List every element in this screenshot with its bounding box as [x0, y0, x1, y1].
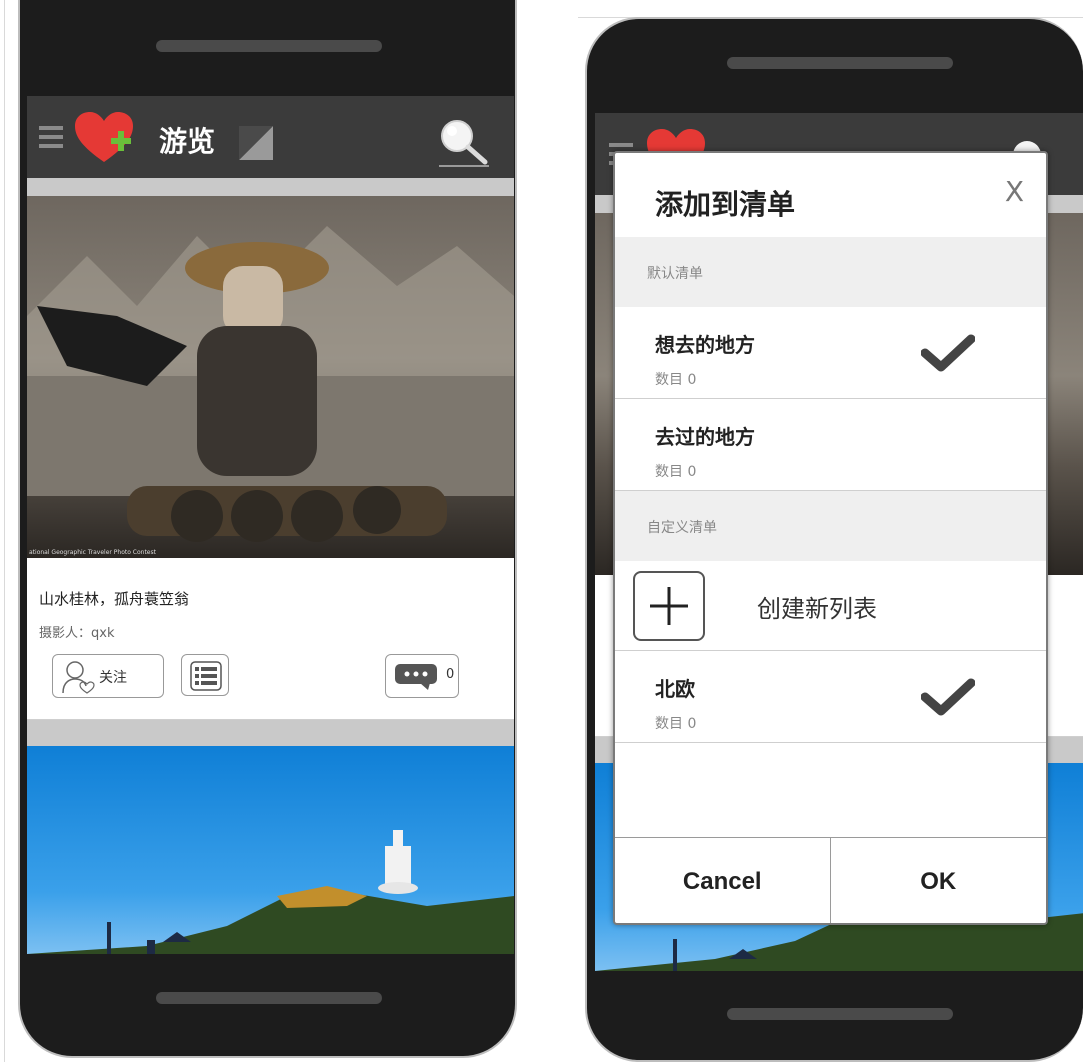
- search-icon[interactable]: [437, 116, 491, 168]
- home-indicator-2: [727, 1008, 953, 1020]
- heart-plus-logo-icon: [75, 112, 133, 162]
- list-count: 数目 0: [655, 372, 697, 388]
- comment-count: 0: [446, 667, 455, 682]
- post-author: 摄影人：qxk: [39, 626, 115, 641]
- spacer-band: [27, 178, 514, 196]
- list-icon: [190, 661, 222, 691]
- fisherman-illustration: [27, 226, 514, 542]
- list-name: 北欧: [655, 677, 695, 701]
- left-screen: 游览 ational Geographic Traveler Photo Con…: [27, 96, 514, 954]
- add-to-list-button[interactable]: [181, 654, 229, 696]
- beihai-photo[interactable]: [27, 746, 514, 954]
- checkmark-icon: [921, 678, 975, 716]
- list-item-been-there[interactable]: 去过的地方 数目 0: [615, 399, 1046, 491]
- corner-triangle-icon: [239, 126, 273, 160]
- dialog-footer: Cancel OK: [615, 837, 1047, 923]
- user-heart-icon: [62, 661, 95, 694]
- custom-lists-header: 自定义清单: [615, 491, 1046, 561]
- close-icon[interactable]: X: [1005, 175, 1024, 208]
- app-header: 游览: [27, 96, 514, 178]
- default-lists-label: 默认清单: [647, 266, 703, 282]
- add-to-list-dialog: 添加到清单 X 默认清单 想去的地方 数目 0 去过的地方 数目 0 自定义清单…: [613, 151, 1048, 925]
- plus-glyph: [650, 587, 688, 625]
- cancel-button[interactable]: Cancel: [615, 838, 831, 923]
- dialog-title: 添加到清单: [655, 188, 796, 221]
- list-item-want-to-go[interactable]: 想去的地方 数目 0: [615, 307, 1046, 399]
- fisherman-photo[interactable]: ational Geographic Traveler Photo Contes…: [27, 196, 514, 558]
- follow-button[interactable]: 关注: [52, 654, 164, 698]
- canvas-guide-left: [4, 0, 5, 1062]
- left-phone-frame: 游览 ational Geographic Traveler Photo Con…: [18, 0, 517, 1058]
- app-title: 游览: [159, 125, 216, 158]
- list-name: 去过的地方: [655, 425, 755, 449]
- speaker-slot-2: [727, 57, 953, 69]
- create-new-list-button[interactable]: 创建新列表: [615, 561, 1046, 651]
- post-card-info: 山水桂林，孤舟蓑笠翁 摄影人：qxk 关注 0: [27, 558, 514, 720]
- list-count: 数目 0: [655, 464, 697, 480]
- speaker-slot: [156, 40, 382, 52]
- comment-button[interactable]: 0: [385, 654, 459, 698]
- spacer-band-2: [27, 720, 514, 746]
- comment-bubble-icon: [395, 664, 437, 690]
- list-count: 数目 0: [655, 716, 697, 732]
- follow-label: 关注: [99, 670, 127, 686]
- list-name: 想去的地方: [655, 333, 755, 357]
- custom-lists-label: 自定义清单: [647, 520, 717, 536]
- menu-icon[interactable]: [39, 126, 63, 148]
- list-item-nordic[interactable]: 北欧 数目 0: [615, 651, 1046, 743]
- home-indicator: [156, 992, 382, 1004]
- white-pagoda-illustration: [27, 830, 514, 954]
- checkmark-icon: [921, 334, 975, 372]
- default-lists-header: 默认清单: [615, 237, 1046, 307]
- photo-credit: ational Geographic Traveler Photo Contes…: [29, 549, 156, 556]
- create-new-list-label: 创建新列表: [757, 595, 877, 623]
- post-title: 山水桂林，孤舟蓑笠翁: [39, 590, 190, 608]
- plus-icon: [633, 571, 705, 641]
- ok-button[interactable]: OK: [831, 838, 1047, 923]
